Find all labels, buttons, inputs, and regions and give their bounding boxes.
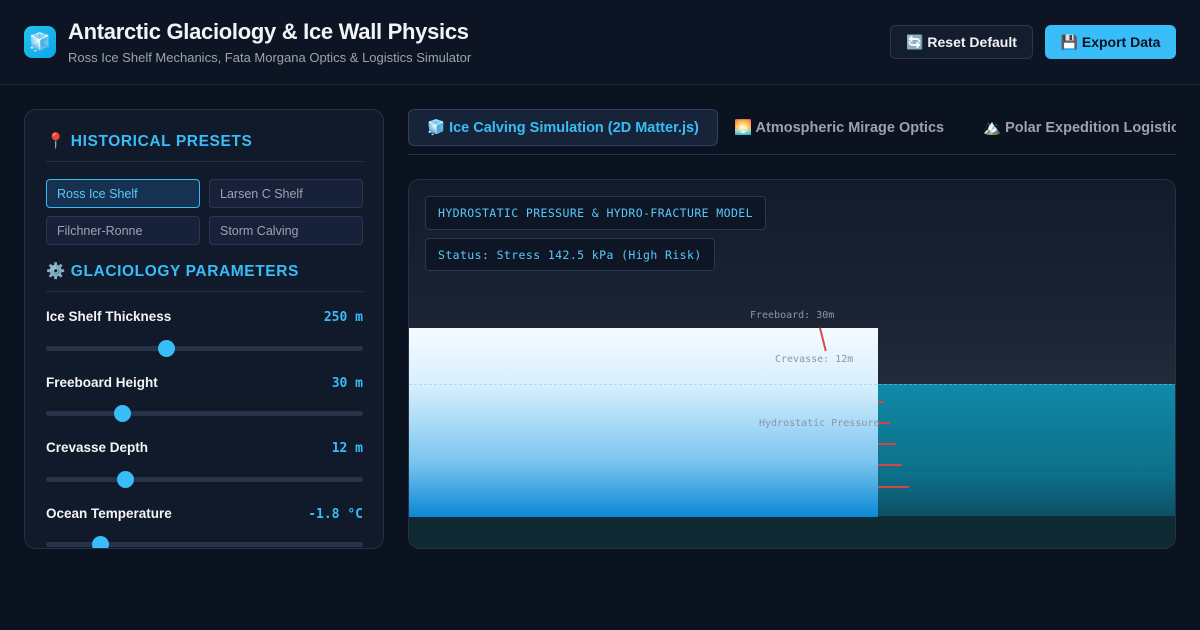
control-sidebar: 📍 HISTORICAL PRESETS Ross Ice Shelf Lars… [24,109,384,549]
reset-default-button[interactable]: 🔄 Reset Default [890,25,1033,59]
preset-ross-ice-shelf[interactable]: Ross Ice Shelf [46,179,200,208]
crevasse-annotation: Crevasse: 12m [775,354,854,365]
crevasse-depth-slider[interactable] [46,471,363,488]
pressure-arrow [878,486,909,488]
slider-thumb[interactable] [114,405,132,422]
export-data-button[interactable]: 💾 Export Data [1045,25,1176,59]
presets-section-title: 📍 HISTORICAL PRESETS [46,133,253,150]
pressure-arrow [878,443,896,445]
ice-cube-logo-icon: 🧊 [24,26,56,58]
view-tabs: 🧊 Ice Calving Simulation (2D Matter.js) … [408,109,1176,155]
ice-thickness-value: 250 m [323,310,363,325]
tab-polar-expedition-logistics[interactable]: 🏔️ Polar Expedition Logistics [983,109,1176,146]
hydrostatic-pressure-annotation: Hydrostatic Pressure [759,418,880,429]
freeboard-height-slider[interactable] [46,405,363,422]
seabed [409,516,1175,548]
crevasse-depth-value: 12 m [331,441,363,456]
ice-thickness-label: Ice Shelf Thickness [46,309,172,324]
status-readout: Status: Stress 142.5 kPa (High Risk) [425,238,715,271]
pressure-arrow [878,464,902,466]
ocean-temperature-label: Ocean Temperature [46,506,172,521]
parameters-section-title: ⚙️ GLACIOLOGY PARAMETERS [46,263,299,280]
freeboard-height-value: 30 m [331,376,363,391]
pressure-arrow [878,401,884,403]
preset-storm-calving[interactable]: Storm Calving [209,216,363,245]
tab-ice-calving-simulation[interactable]: 🧊 Ice Calving Simulation (2D Matter.js) [408,109,718,146]
ocean-temperature-value: -1.8 °C [308,507,363,522]
sea-level-line [409,384,1175,385]
parameters-divider [46,291,363,292]
app-subtitle: Ross Ice Shelf Mechanics, Fata Morgana O… [68,50,472,65]
simulation-canvas: HYDROSTATIC PRESSURE & HYDRO-FRACTURE MO… [408,179,1176,549]
app-header: 🧊 Antarctic Glaciology & Ice Wall Physic… [0,0,1200,85]
ocean-temperature-slider[interactable] [46,536,363,548]
crevasse-depth-label: Crevasse Depth [46,440,149,455]
freeboard-height-label: Freeboard Height [46,375,158,390]
slider-thumb[interactable] [117,471,135,488]
ice-thickness-slider[interactable] [46,340,363,357]
model-title-box: HYDROSTATIC PRESSURE & HYDRO-FRACTURE MO… [425,196,766,230]
presets-divider [46,161,363,162]
freeboard-annotation: Freeboard: 30m [750,310,835,321]
slider-thumb[interactable] [91,536,109,548]
preset-filchner-ronne[interactable]: Filchner-Ronne [46,216,200,245]
tab-atmospheric-mirage-optics[interactable]: 🌅 Atmospheric Mirage Optics [734,109,944,146]
app-title: Antarctic Glaciology & Ice Wall Physics [68,19,469,44]
preset-larsen-c-shelf[interactable]: Larsen C Shelf [209,179,363,208]
slider-thumb[interactable] [158,340,176,357]
pressure-arrow [878,422,890,424]
